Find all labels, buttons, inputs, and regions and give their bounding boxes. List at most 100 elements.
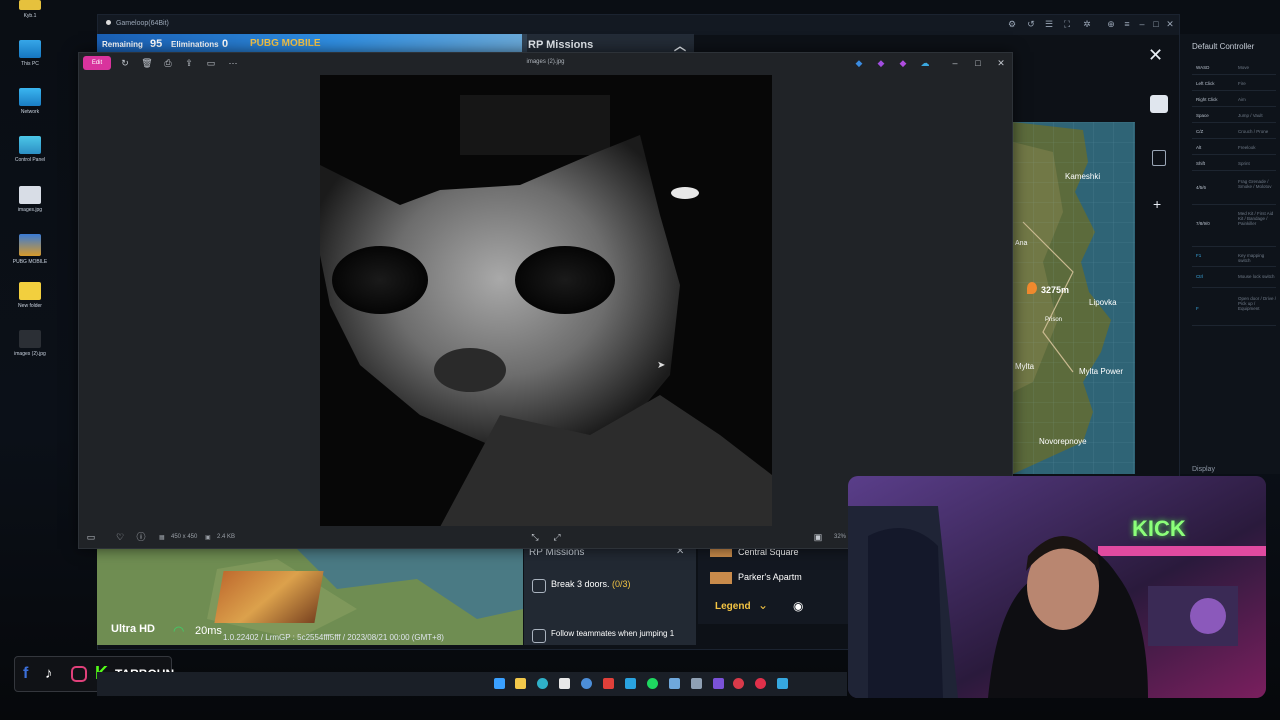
map-icon[interactable]: [1150, 95, 1168, 113]
filmstrip-icon[interactable]: ▭: [85, 531, 97, 543]
map-town-prison: Prison: [1045, 317, 1063, 323]
maximize-icon[interactable]: □: [972, 57, 984, 69]
mission-item: Break 3 doors. (0/3): [551, 579, 631, 589]
desktop-icon-images-2[interactable]: images (2).jpg: [10, 330, 50, 357]
folder-icon: [19, 0, 41, 10]
desktop-icon-network[interactable]: Network: [10, 88, 50, 115]
settings-icon[interactable]: [647, 678, 658, 689]
map-town-kameshki: Kameshki: [1065, 172, 1101, 181]
rp-missions-title: RP Missions: [528, 39, 594, 51]
red-app2-icon[interactable]: [755, 678, 766, 689]
zoom-in-icon[interactable]: +: [1153, 196, 1161, 212]
app-icon-violet[interactable]: ◆: [897, 57, 909, 69]
close-map-icon[interactable]: ✕: [1148, 45, 1163, 66]
viewer-toolbar: Edit ↻ 🗑 ⎙ ⇪ ▭ ⋯ images (2).jpg ◆ ◆ ◆ ☁ …: [79, 53, 1012, 73]
control-row[interactable]: Shift Sprint: [1192, 157, 1276, 171]
eliminations-label: Eliminations: [171, 40, 219, 49]
control-panel-icon: [19, 136, 41, 154]
info-icon[interactable]: ⓘ: [135, 531, 147, 543]
layers-icon[interactable]: [1152, 150, 1166, 166]
webcam-overlay: KICK: [848, 476, 1266, 698]
place-icon: [710, 572, 732, 584]
windows-icon[interactable]: [494, 678, 505, 689]
minimize-icon[interactable]: –: [1137, 19, 1147, 29]
minimize-icon[interactable]: –: [949, 57, 961, 69]
map-town-novorepnoye: Novorepnoye: [1039, 437, 1087, 446]
monitor-icon: [19, 40, 41, 58]
hamburger-icon[interactable]: ≡: [1122, 19, 1132, 29]
neon-sign: KICK: [1132, 516, 1186, 541]
remaining-label: Remaining: [102, 40, 143, 49]
fit-screen-icon[interactable]: ⤡: [529, 531, 541, 543]
chevron-down-icon[interactable]: ⌄: [758, 598, 768, 612]
zoom-fit-icon[interactable]: ▣: [812, 531, 824, 543]
control-row[interactable]: Ctrl Mouse lock switch: [1192, 270, 1276, 288]
app-icon-cloud[interactable]: ☁: [919, 57, 931, 69]
photos-app-icon[interactable]: [777, 678, 788, 689]
eye-icon[interactable]: ◉: [793, 599, 803, 613]
chrome-icon[interactable]: [581, 678, 592, 689]
legend-button[interactable]: Legend: [715, 601, 751, 612]
undo-icon[interactable]: ↺: [1026, 19, 1036, 29]
control-row[interactable]: Space Jump / Vault: [1192, 109, 1276, 123]
control-row[interactable]: WASD Move: [1192, 61, 1276, 75]
expand-icon[interactable]: ⤢: [551, 531, 563, 543]
map-marker-icon: [1027, 282, 1037, 294]
game-hud-top: Remaining 95 Eliminations 0 PUBG MOBILE: [97, 34, 527, 54]
notepad-icon[interactable]: [559, 678, 570, 689]
menu-icon[interactable]: ☰: [1044, 19, 1054, 29]
app-icon-purple[interactable]: ◆: [875, 57, 887, 69]
app-icon-blue[interactable]: ◆: [853, 57, 865, 69]
file-explorer-icon[interactable]: [515, 678, 526, 689]
viewer-title: images (2).jpg: [526, 59, 565, 65]
control-row[interactable]: F Open door / Drive / Pick up / Equipment: [1192, 292, 1276, 326]
game-icon: [19, 234, 41, 256]
desktop-icon-control-panel[interactable]: Control Panel: [10, 136, 50, 163]
control-row[interactable]: F1 Key mapping switch: [1192, 249, 1276, 267]
fullscreen-icon[interactable]: ⛶: [1062, 19, 1072, 29]
rp-missions-panel: RP Missions ✕ Break 3 doors. (0/3) Follo…: [524, 546, 696, 645]
spotify-icon[interactable]: [625, 678, 636, 689]
opera-icon[interactable]: [691, 678, 702, 689]
map-town-ana: Ana: [1015, 240, 1028, 247]
file-size-icon: ▣: [205, 535, 211, 541]
settings-icon[interactable]: ⚙: [1007, 19, 1017, 29]
control-row[interactable]: Alt Freelook: [1192, 141, 1276, 155]
desktop-icon-pubg[interactable]: PUBG MOBILE: [10, 234, 50, 265]
favorite-icon[interactable]: ♡: [114, 531, 126, 543]
display-label: Display: [1192, 466, 1215, 473]
gear-icon[interactable]: ✲: [1082, 19, 1092, 29]
control-row[interactable]: C/Z Crouch / Prone: [1192, 125, 1276, 139]
desktop-icon-new-folder[interactable]: New folder: [10, 282, 50, 309]
remaining-value: 95: [150, 38, 163, 50]
folder-icon: [19, 282, 41, 300]
desktop-icon-images[interactable]: images.jpg: [10, 186, 50, 213]
control-row[interactable]: 4/5/6 Frag Grenade / Smoke / Molotov: [1192, 175, 1276, 205]
game-bottom-view: Ultra HD ◠ 20ms 1.0.22402 / LrmGP : 5c25…: [97, 549, 523, 645]
desktop-icon-kyb[interactable]: Kyb.1: [10, 0, 50, 19]
control-row[interactable]: Right Click Aim: [1192, 93, 1276, 107]
shield-icon: [532, 579, 546, 593]
red-app-icon[interactable]: [733, 678, 744, 689]
edge-icon[interactable]: [537, 678, 548, 689]
purple-app-icon[interactable]: [713, 678, 724, 689]
cat-photo: [320, 75, 772, 527]
close-icon[interactable]: ✕: [995, 57, 1007, 69]
control-row[interactable]: 7/8/9/0 Med Kit / First Aid Kit / Bandage…: [1192, 207, 1276, 247]
maximize-icon[interactable]: □: [1151, 19, 1161, 29]
close-icon[interactable]: ✕: [1165, 19, 1175, 29]
file-size: 2.4 KB: [217, 534, 236, 540]
emulator-titlebar[interactable]: Gameloop(64Bit) ⚙ ↺ ☰ ⛶ ✲ ⊕ ≡ – □ ✕: [98, 15, 1179, 35]
pin-icon[interactable]: ⊕: [1106, 19, 1116, 29]
steam-icon[interactable]: [669, 678, 680, 689]
photos-viewer-window: Edit ↻ 🗑 ⎙ ⇪ ▭ ⋯ images (2).jpg ◆ ◆ ◆ ☁ …: [78, 52, 1013, 549]
telegram-icon[interactable]: [603, 678, 614, 689]
image-file-icon: [19, 186, 41, 204]
desktop-icon-this-pc[interactable]: This PC: [10, 40, 50, 67]
control-row[interactable]: Left Click Fire: [1192, 77, 1276, 91]
emulator-title: Gameloop(64Bit): [115, 20, 169, 27]
minimap[interactable]: Kameshki Lipovka Mylta Power Mylta Novor…: [1013, 122, 1135, 474]
webcam-feed: [848, 476, 1266, 698]
distance-marker: 3275m: [1041, 285, 1070, 295]
zoom-level[interactable]: 32%: [834, 534, 846, 540]
